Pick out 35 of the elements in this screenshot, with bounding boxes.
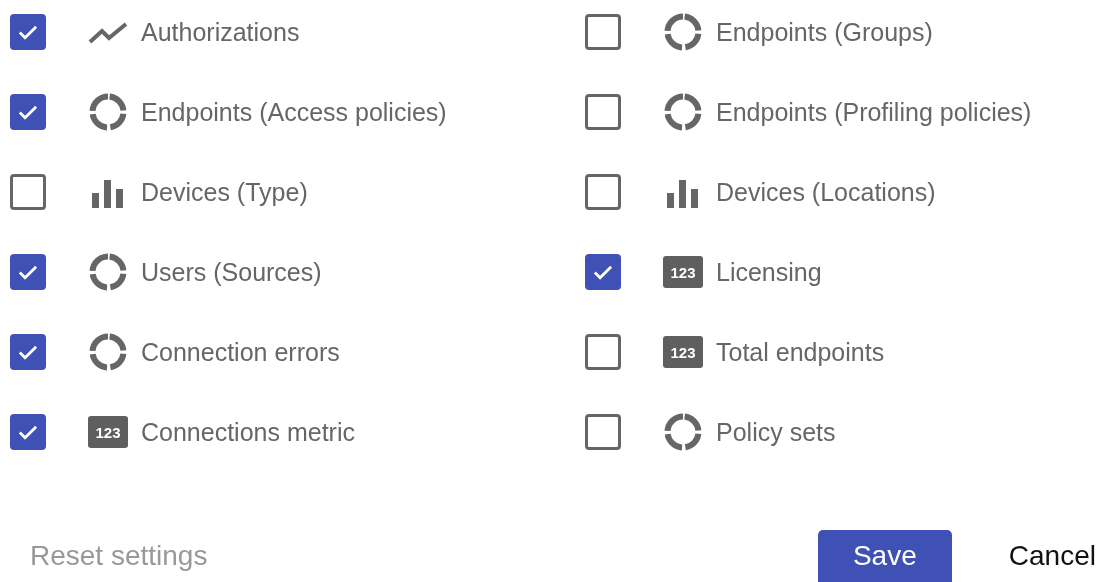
widget-label: Devices (Type) xyxy=(141,177,308,207)
widget-label: Endpoints (Profiling policies) xyxy=(716,97,1032,127)
checkbox[interactable] xyxy=(585,414,621,450)
checkbox[interactable] xyxy=(10,414,46,450)
widget-label: Total endpoints xyxy=(716,337,885,367)
donut-chart-icon xyxy=(663,12,703,52)
checkbox[interactable] xyxy=(585,94,621,130)
save-button[interactable]: Save xyxy=(817,530,952,582)
donut-chart-icon xyxy=(88,252,128,292)
checkbox[interactable] xyxy=(10,334,46,370)
number-icon: 123 xyxy=(663,256,703,288)
donut-chart-icon xyxy=(663,412,703,452)
checkbox[interactable] xyxy=(585,174,621,210)
checkbox[interactable] xyxy=(585,14,621,50)
checkbox[interactable] xyxy=(585,254,621,290)
widget-label: Endpoints (Groups) xyxy=(716,17,933,47)
donut-chart-icon xyxy=(663,92,703,132)
checkbox[interactable] xyxy=(10,254,46,290)
donut-chart-icon xyxy=(88,92,128,132)
donut-chart-icon xyxy=(88,332,128,372)
number-icon: 123 xyxy=(88,416,128,448)
checkbox[interactable] xyxy=(585,334,621,370)
cancel-button[interactable]: Cancel xyxy=(1006,536,1098,576)
checkbox[interactable] xyxy=(10,14,46,50)
widget-label: Connections metric xyxy=(141,417,355,447)
checkbox[interactable] xyxy=(10,94,46,130)
widget-label: Policy sets xyxy=(716,417,836,447)
checkbox[interactable] xyxy=(10,174,46,210)
widget-label: Connection errors xyxy=(141,337,340,367)
widget-label: Devices (Locations) xyxy=(716,177,936,207)
number-icon: 123 xyxy=(663,336,703,368)
widget-label: Authorizations xyxy=(141,17,300,47)
widget-label: Endpoints (Access policies) xyxy=(141,97,447,127)
widget-label: Users (Sources) xyxy=(141,257,322,287)
widget-label: Licensing xyxy=(716,257,822,287)
